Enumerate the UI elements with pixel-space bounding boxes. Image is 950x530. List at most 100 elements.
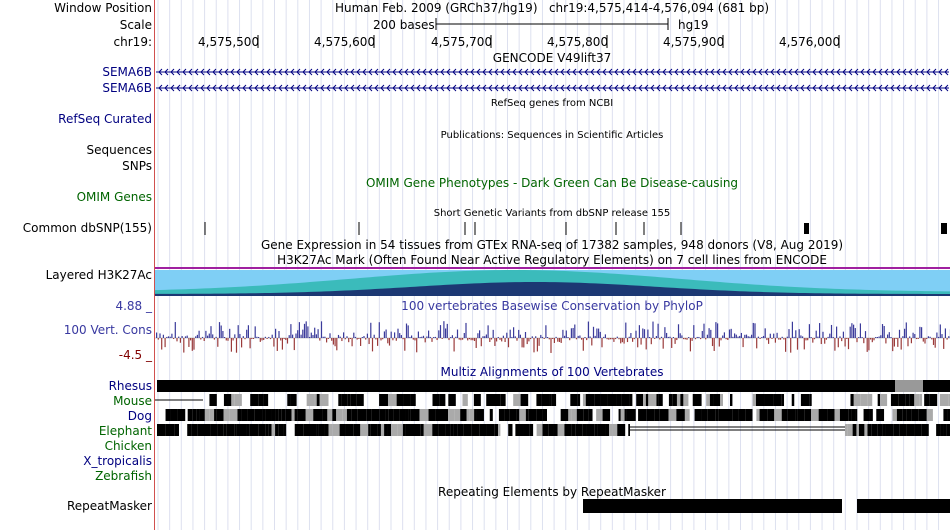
- alignment-block: [730, 394, 733, 406]
- gencode-track-title[interactable]: GENCODE V49lift37: [493, 51, 611, 65]
- cons-bar-pos: [762, 335, 765, 338]
- cons-bar-pos: [827, 336, 829, 338]
- alignment-block: [254, 409, 263, 421]
- alignment-block: [192, 409, 197, 421]
- cons-bar-neg: [727, 338, 729, 340]
- alignment-block: [607, 394, 617, 406]
- cons-bar-pos: [463, 332, 465, 338]
- cons-bar-neg: [365, 338, 367, 340]
- species-label-chicken[interactable]: Chicken: [105, 439, 152, 453]
- gene-label-sema6b-1[interactable]: SEMA6B: [102, 65, 152, 79]
- common-dbsnp-label[interactable]: Common dbSNP(155): [23, 221, 152, 235]
- gtex-track-title[interactable]: Gene Expression in 54 tissues from GTEx …: [261, 238, 843, 252]
- alignment-block: [453, 424, 458, 436]
- sequences-label[interactable]: Sequences: [87, 143, 152, 157]
- dbsnp-track-title[interactable]: Short Genetic Variants from dbSNP releas…: [434, 207, 671, 221]
- alignment-block: [350, 394, 357, 406]
- cons-bar-neg: [161, 338, 163, 350]
- cons-bar-pos: [400, 335, 402, 338]
- cons-bar-neg: [470, 338, 472, 341]
- cons-bar-pos: [604, 334, 606, 338]
- alignment-block: [336, 409, 343, 421]
- alignment-block: [621, 394, 630, 406]
- alignment-block: [876, 409, 885, 421]
- cons-bar-pos: [574, 324, 576, 338]
- alignment-block: [339, 424, 346, 436]
- alignment-block: [767, 409, 775, 421]
- alignment-block: [759, 409, 768, 421]
- alignment-block: [542, 409, 548, 421]
- cons-bar-neg: [404, 338, 406, 351]
- cons-bar-pos: [887, 334, 889, 338]
- alignment-block: [432, 394, 440, 406]
- species-label-zebrafish[interactable]: Zebrafish: [95, 469, 152, 483]
- cons-bar-pos: [798, 329, 800, 338]
- omim-track-title[interactable]: OMIM Gene Phenotypes - Dark Green Can Be…: [366, 176, 738, 190]
- cons-bar-pos: [596, 328, 598, 338]
- cons-bar-pos: [598, 328, 600, 338]
- species-label-rhesus[interactable]: Rhesus: [109, 379, 152, 393]
- cons-bar-pos: [810, 336, 812, 338]
- refseq-track-title[interactable]: RefSeq genes from NCBI: [491, 97, 613, 111]
- publications-track-title[interactable]: Publications: Sequences in Scientific Ar…: [441, 129, 664, 143]
- alignment-block: [306, 394, 315, 406]
- refseq-curated-label[interactable]: RefSeq Curated: [58, 112, 152, 126]
- cons-bar-neg: [606, 338, 608, 340]
- cons-bar-neg: [771, 338, 773, 340]
- multiz-track-title[interactable]: Multiz Alignments of 100 Vertebrates: [440, 365, 663, 379]
- cons-bar-neg: [261, 338, 263, 341]
- species-label-elephant[interactable]: Elephant: [99, 424, 152, 438]
- alignment-block: [529, 424, 534, 436]
- cons-bar-pos: [271, 334, 273, 338]
- alignment-block: [196, 409, 200, 421]
- h3k27ac-signal: [155, 267, 950, 296]
- cons-bar-pos: [485, 334, 487, 338]
- alignment-block: [896, 409, 903, 421]
- cons-bar-pos: [861, 336, 863, 338]
- cons-bar-pos: [456, 329, 459, 338]
- cons-bar-neg: [575, 338, 578, 340]
- cons-bar-pos: [929, 336, 931, 338]
- cons-bar-neg: [560, 338, 562, 343]
- species-label-x-tropicalis[interactable]: X_tropicalis: [83, 454, 152, 468]
- alignment-block: [476, 409, 484, 421]
- alignment-block: [895, 380, 923, 392]
- alignment-block: [525, 409, 529, 421]
- cons-bar-pos: [701, 330, 703, 338]
- cons-bar-neg: [689, 338, 691, 352]
- alignment-block: [353, 424, 361, 436]
- snps-label[interactable]: SNPs: [122, 159, 152, 173]
- repeatmasker-track-title[interactable]: Repeating Elements by RepeatMasker: [438, 485, 666, 499]
- alignment-block: [797, 409, 805, 421]
- alignment-block: [448, 409, 455, 421]
- alignment-block: [727, 409, 733, 421]
- species-label-dog[interactable]: Dog: [128, 409, 152, 423]
- conservation-track-title[interactable]: 100 vertebrates Basewise Conservation by…: [401, 299, 703, 313]
- cons-bar-neg: [281, 338, 283, 350]
- alignment-block: [223, 394, 232, 406]
- layered-h3k27ac-label[interactable]: Layered H3K27Ac: [46, 268, 152, 282]
- cons-bar-neg: [946, 338, 948, 340]
- chrom-label: chr19:: [113, 35, 152, 49]
- cons-bar-pos: [800, 335, 802, 338]
- h3k27ac-track-title[interactable]: H3K27Ac Mark (Often Found Near Active Re…: [277, 253, 827, 267]
- cons-bar-pos: [337, 334, 340, 338]
- cons-bar-neg: [460, 338, 462, 341]
- alignment-block: [379, 394, 388, 406]
- alignment-block: [290, 394, 297, 406]
- alignment-block: [936, 424, 941, 436]
- cons-bar-pos: [603, 336, 605, 338]
- cons-bar-neg: [718, 338, 720, 347]
- cons-bar-pos: [652, 321, 654, 338]
- vert-cons-label[interactable]: 100 Vert. Cons: [64, 323, 152, 337]
- repeatmasker-label[interactable]: RepeatMasker: [67, 499, 152, 513]
- gene-label-sema6b-2[interactable]: SEMA6B: [102, 81, 152, 95]
- species-label-mouse[interactable]: Mouse: [113, 394, 152, 408]
- cons-bar-pos: [616, 336, 618, 338]
- cons-bar-pos: [361, 336, 363, 338]
- cons-bar-pos: [162, 334, 164, 338]
- cons-bar-pos: [320, 321, 323, 338]
- alignment-block: [265, 409, 272, 421]
- alignment-block: [795, 409, 798, 421]
- omim-genes-label[interactable]: OMIM Genes: [77, 190, 152, 204]
